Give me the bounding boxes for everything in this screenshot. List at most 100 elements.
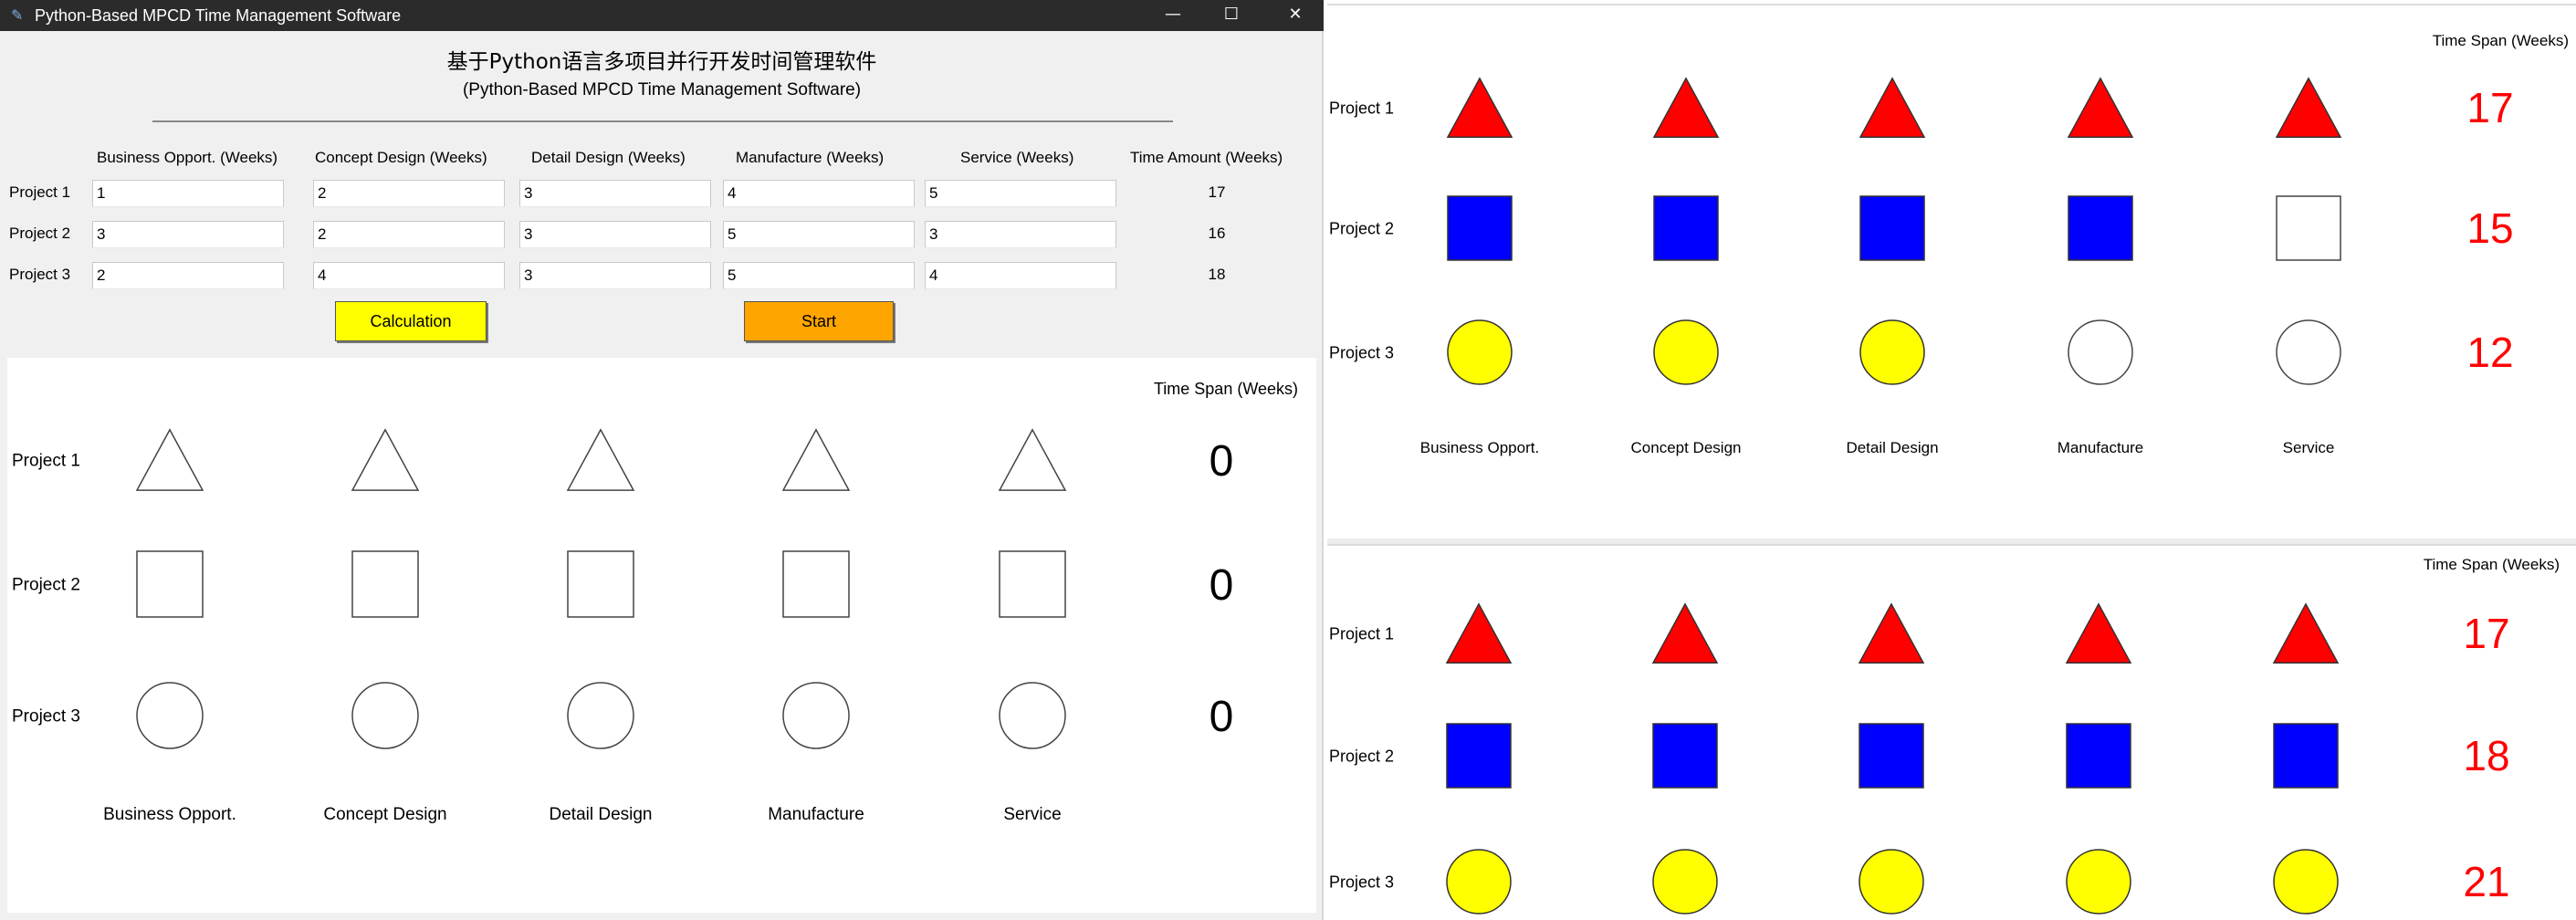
time-span-project-2: 15: [2466, 204, 2513, 252]
title-bar: ✎ Python-Based MPCD Time Management Soft…: [0, 0, 1324, 31]
project-3-manufacture-circle: [782, 682, 850, 749]
entry-project-1-service[interactable]: [925, 180, 1116, 207]
row-label-project-3: Project 3: [1329, 873, 1394, 891]
project-2-manufacture-square: [2068, 195, 2133, 261]
project-2-concept-design-square: [351, 550, 419, 618]
entry-project-1-concept-design[interactable]: [313, 180, 505, 207]
column-header-business-opport: Business Opport. (Weeks): [97, 149, 278, 166]
stage-label-manufacture: Manufacture: [768, 805, 864, 824]
result-canvas-bottom: Time Span (Weeks) Project 1 17 Project 2 18 P…: [1327, 544, 2576, 920]
project-2-business-opport-square: [136, 550, 204, 618]
time-span-header: Time Span (Weeks): [2424, 556, 2560, 573]
minimize-button[interactable]: —: [1147, 0, 1199, 31]
entry-project-3-manufacture[interactable]: [723, 262, 915, 289]
project-2-detail-design-square: [1859, 723, 1924, 789]
entry-project-2-concept-design[interactable]: [313, 221, 505, 248]
project-1-service-triangle: [998, 428, 1067, 491]
project-1-service-triangle: [2272, 602, 2340, 664]
project-3-service-circle: [999, 682, 1066, 749]
project-2-concept-design-square: [1652, 723, 1718, 789]
stage-label-manufacture: Manufacture: [2058, 439, 2144, 456]
project-1-business-opport-triangle: [1446, 77, 1513, 138]
entry-project-2-business-opport[interactable]: [92, 221, 284, 248]
project-3-concept-design-circle: [1653, 319, 1719, 385]
stage-label-detail-design: Detail Design: [1846, 439, 1938, 456]
project-2-service-square: [999, 550, 1066, 618]
stage-label-business-opport: Business Opport.: [1420, 439, 1539, 456]
project-3-manufacture-circle: [2066, 849, 2131, 915]
project-3-service-circle: [2276, 319, 2341, 385]
entry-project-2-service[interactable]: [925, 221, 1116, 248]
project-2-detail-design-square: [567, 550, 634, 618]
stage-label-service: Service: [2283, 439, 2335, 456]
maximize-button[interactable]: ☐: [1205, 0, 1258, 31]
stage-label-concept-design: Concept Design: [323, 805, 446, 824]
window-title: Python-Based MPCD Time Management Softwa…: [35, 6, 402, 25]
project-1-concept-design-triangle: [351, 428, 420, 491]
entry-project-3-service[interactable]: [925, 262, 1116, 289]
time-span-project-2: 0: [1209, 561, 1234, 610]
time-span-project-3: 21: [2463, 858, 2509, 905]
stage-label-service: Service: [1003, 805, 1061, 824]
project-3-business-opport-circle: [1446, 849, 1512, 915]
time-span-project-1: 0: [1209, 437, 1234, 486]
entry-project-2-detail-design[interactable]: [519, 221, 711, 248]
time-span-project-3: 12: [2466, 329, 2513, 376]
project-1-concept-design-triangle: [1652, 77, 1720, 138]
close-button[interactable]: ✕: [1269, 0, 1322, 31]
project-1-manufacture-triangle: [781, 428, 851, 491]
project-3-detail-design-circle: [1859, 319, 1925, 385]
project-2-service-square: [2276, 195, 2341, 261]
project-1-business-opport-triangle: [1445, 602, 1513, 664]
column-header-service: Service (Weeks): [960, 149, 1074, 166]
entry-project-1-detail-design[interactable]: [519, 180, 711, 207]
project-1-manufacture-triangle: [2067, 77, 2134, 138]
row-label-project-1: Project 1: [9, 183, 71, 201]
project-3-service-circle: [2273, 849, 2339, 915]
project-1-detail-design-triangle: [566, 428, 635, 491]
time-span-project-3: 0: [1209, 693, 1234, 741]
project-1-detail-design-triangle: [1859, 77, 1926, 138]
title-divider: [152, 120, 1173, 122]
row-label-project-1: Project 1: [12, 452, 80, 471]
time-span-project-2: 18: [2463, 732, 2509, 779]
page-subtitle: (Python-Based MPCD Time Management Softw…: [462, 80, 862, 99]
project-3-detail-design-circle: [1859, 849, 1924, 915]
entry-project-3-concept-design[interactable]: [313, 262, 505, 289]
row-label-project-3: Project 3: [9, 266, 71, 283]
stage-label-concept-design: Concept Design: [1631, 439, 1742, 456]
project-3-concept-design-circle: [351, 682, 419, 749]
project-2-business-opport-square: [1446, 723, 1512, 789]
project-1-manufacture-triangle: [2065, 602, 2132, 664]
project-2-business-opport-square: [1447, 195, 1513, 261]
time-span-project-1: 17: [2466, 84, 2513, 131]
total-project-1: 17: [1208, 183, 1226, 201]
project-3-manufacture-circle: [2068, 319, 2133, 385]
project-2-manufacture-square: [2066, 723, 2131, 789]
column-header-manufacture: Manufacture (Weeks): [736, 149, 885, 166]
time-span-header: Time Span (Weeks): [1154, 380, 1298, 398]
total-project-2: 16: [1208, 225, 1226, 242]
time-span-header: Time Span (Weeks): [2433, 32, 2569, 49]
start-button[interactable]: Start: [744, 301, 894, 341]
feather-icon: ✎: [11, 6, 24, 24]
app-window: ✎ Python-Based MPCD Time Management Soft…: [0, 0, 1324, 920]
row-label-project-2: Project 2: [12, 576, 80, 595]
entry-project-1-business-opport[interactable]: [92, 180, 284, 207]
project-3-detail-design-circle: [567, 682, 634, 749]
entry-project-3-business-opport[interactable]: [92, 262, 284, 289]
row-label-project-1: Project 1: [1329, 99, 1394, 117]
entry-project-1-manufacture[interactable]: [723, 180, 915, 207]
column-header-concept-design: Concept Design (Weeks): [315, 149, 487, 166]
result-canvas-top: Time Span (Weeks) Project 1 17 Project 2 15 P…: [1327, 4, 2576, 538]
row-label-project-1: Project 1: [1329, 624, 1394, 643]
entry-project-2-manufacture[interactable]: [723, 221, 915, 248]
entry-project-3-detail-design[interactable]: [519, 262, 711, 289]
stage-label-business-opport: Business Opport.: [103, 805, 236, 824]
column-header-detail-design: Detail Design (Weeks): [531, 149, 686, 166]
project-2-service-square: [2273, 723, 2339, 789]
project-1-detail-design-triangle: [1858, 602, 1925, 664]
stage-label-detail-design: Detail Design: [550, 805, 653, 824]
calculation-button[interactable]: Calculation: [335, 301, 487, 341]
project-1-business-opport-triangle: [135, 428, 204, 491]
